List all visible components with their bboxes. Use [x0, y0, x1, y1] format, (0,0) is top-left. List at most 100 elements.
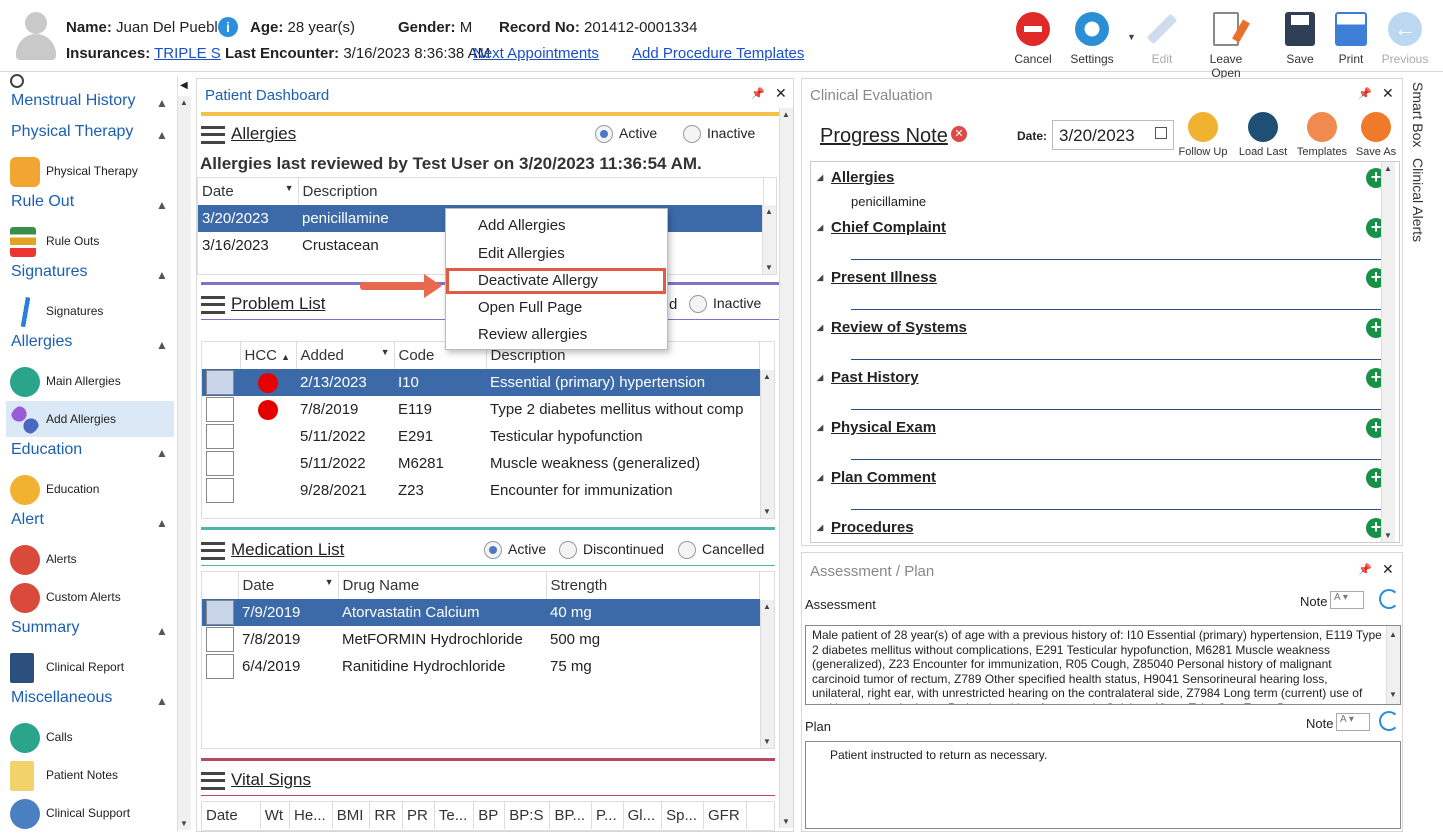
chevron-up-icon[interactable]: ▲: [156, 96, 168, 110]
nav-section-allergies[interactable]: Allergies: [11, 333, 72, 351]
nav-section-summary[interactable]: Summary: [11, 619, 79, 637]
problems-inactive-radio[interactable]: Inactive: [689, 295, 761, 314]
menu-icon[interactable]: [201, 295, 225, 314]
chevron-up-icon[interactable]: ▲: [156, 128, 168, 142]
next-appointments-link[interactable]: Next Appointments: [473, 45, 599, 62]
column-header-description[interactable]: Description: [298, 178, 764, 205]
close-icon[interactable]: ✕: [775, 85, 787, 102]
nav-section-signatures[interactable]: Signatures: [11, 263, 88, 281]
column-header-vital[interactable]: Date: [202, 802, 261, 829]
column-header-vital[interactable]: Te...: [434, 802, 475, 829]
nav-item-clinical-support[interactable]: Clinical Support: [6, 795, 174, 831]
row-checkbox[interactable]: [206, 451, 234, 476]
allergies-scrollbar[interactable]: [762, 205, 776, 274]
table-row[interactable]: 7/8/2019 E119 Type 2 diabetes mellitus wit…: [202, 396, 760, 423]
nav-item-signatures[interactable]: Signatures: [6, 293, 174, 329]
leave-open-button[interactable]: Leave Open: [1194, 8, 1258, 80]
pin-icon[interactable]: 📌: [1358, 87, 1372, 100]
column-header-strength[interactable]: Strength: [546, 572, 760, 599]
row-checkbox[interactable]: [206, 478, 234, 503]
edit-button[interactable]: Edit: [1132, 8, 1192, 66]
column-header-vital[interactable]: He...: [289, 802, 333, 829]
medications-discontinued-radio[interactable]: Discontinued: [559, 541, 664, 560]
add-procedure-templates-link[interactable]: Add Procedure Templates: [632, 45, 804, 62]
print-button[interactable]: Print: [1321, 8, 1381, 66]
chevron-up-icon[interactable]: ▲: [156, 624, 168, 638]
progress-note-close-icon[interactable]: ✕: [951, 126, 967, 142]
menu-icon[interactable]: [201, 125, 225, 144]
dashboard-scrollbar[interactable]: [779, 108, 793, 828]
section-procedures[interactable]: Procedures: [817, 519, 913, 536]
column-header-vital[interactable]: BP: [473, 802, 506, 829]
nav-section-physical-therapy[interactable]: Physical Therapy: [11, 123, 133, 141]
column-header-date[interactable]: Date ▼: [238, 572, 339, 599]
chevron-up-icon[interactable]: ▲: [156, 268, 168, 282]
nav-section-miscellaneous[interactable]: Miscellaneous: [11, 689, 112, 707]
chevron-up-icon[interactable]: ▲: [156, 516, 168, 530]
column-header-vital[interactable]: GFR: [703, 802, 747, 829]
chevron-up-icon[interactable]: ▲: [156, 694, 168, 708]
section-present-illness[interactable]: Present Illness: [817, 269, 937, 286]
medications-cancelled-radio[interactable]: Cancelled: [678, 541, 764, 560]
row-checkbox[interactable]: [206, 627, 234, 652]
table-row[interactable]: 2/13/2023 I10 Essential (primary) hyperten…: [202, 369, 760, 396]
medications-active-radio[interactable]: Active: [484, 541, 546, 560]
nav-item-patient-notes[interactable]: Patient Notes: [6, 757, 174, 793]
column-header-vital[interactable]: BP:S: [504, 802, 551, 829]
collapse-nav-arrow[interactable]: ◀: [180, 80, 188, 91]
tab-clinical-alerts[interactable]: Clinical Alerts: [1410, 158, 1426, 242]
nav-section-education[interactable]: Education: [11, 441, 82, 459]
medication-scrollbar[interactable]: [760, 600, 774, 748]
nav-item-physical-therapy[interactable]: Physical Therapy: [6, 153, 174, 189]
cancel-button[interactable]: Cancel: [1003, 8, 1063, 66]
column-header-date[interactable]: Date ▼: [198, 178, 299, 205]
column-header-vital[interactable]: RR: [369, 802, 404, 829]
problems-resolved-radio-partial[interactable]: d: [669, 296, 677, 313]
close-icon[interactable]: ✕: [1382, 85, 1394, 102]
allergies-active-radio[interactable]: Active: [595, 125, 657, 144]
menu-icon[interactable]: [201, 771, 225, 790]
assessment-textarea[interactable]: Male patient of 28 year(s) of age with a…: [805, 625, 1401, 705]
nav-item-clinical-report[interactable]: Clinical Report: [6, 649, 174, 685]
column-header-vital[interactable]: BMI: [332, 802, 371, 829]
refresh-icon[interactable]: [1379, 589, 1399, 609]
column-header-vital[interactable]: Sp...: [661, 802, 704, 829]
problem-list-header[interactable]: Problem List: [201, 294, 325, 314]
medication-list-header[interactable]: Medication List: [201, 540, 344, 560]
table-row[interactable]: 7/8/2019 MetFORMIN Hydrochloride 500 mg: [202, 626, 760, 653]
nav-item-alerts[interactable]: Alerts: [6, 541, 174, 577]
clinical-scrollbar[interactable]: [1381, 162, 1395, 542]
table-row[interactable]: 5/11/2022 E291 Testicular hypofunction: [202, 423, 760, 450]
nav-item-calls[interactable]: Calls: [6, 719, 174, 755]
section-past-history[interactable]: Past History: [817, 369, 918, 386]
table-row[interactable]: 5/11/2022 M6281 Muscle weakness (generaliz…: [202, 450, 760, 477]
column-header-added[interactable]: Added ▼: [296, 342, 395, 369]
nav-item-custom-alerts[interactable]: Custom Alerts: [6, 579, 174, 615]
chevron-up-icon[interactable]: ▲: [156, 446, 168, 460]
column-header-vital[interactable]: Wt: [260, 802, 291, 829]
info-icon[interactable]: i: [218, 17, 238, 37]
row-checkbox[interactable]: [206, 397, 234, 422]
column-header-vital[interactable]: BP...: [549, 802, 593, 829]
section-allergies[interactable]: Allergies: [817, 169, 894, 186]
nav-section-alert[interactable]: Alert: [11, 511, 44, 529]
insurance-link[interactable]: TRIPLE S: [154, 45, 221, 62]
allergies-inactive-radio[interactable]: Inactive: [683, 125, 755, 144]
previous-button[interactable]: ← Previous: [1375, 8, 1435, 66]
settings-button[interactable]: Settings: [1062, 8, 1122, 66]
date-field[interactable]: 3/20/2023: [1052, 120, 1174, 150]
follow-up-button[interactable]: Follow Up: [1175, 112, 1231, 158]
table-row[interactable]: 9/28/2021 Z23 Encounter for immunization: [202, 477, 760, 504]
tab-smart-box[interactable]: Smart Box: [1410, 82, 1426, 147]
section-physical-exam[interactable]: Physical Exam: [817, 419, 936, 436]
nav-section-menstrual-history[interactable]: Menstrual History: [11, 92, 135, 110]
save-as-button[interactable]: Save As: [1348, 112, 1404, 158]
refresh-icon[interactable]: [1379, 711, 1399, 731]
plan-textarea[interactable]: Patient instructed to return as necessar…: [805, 741, 1401, 829]
text-format-dropdown[interactable]: A ▾: [1330, 591, 1364, 609]
row-checkbox[interactable]: [206, 654, 234, 679]
column-header-drug-name[interactable]: Drug Name: [338, 572, 547, 599]
nav-item-add-allergies[interactable]: Add Allergies: [6, 401, 174, 437]
load-last-button[interactable]: Load Last: [1235, 112, 1291, 158]
pin-icon[interactable]: 📌: [751, 87, 765, 100]
